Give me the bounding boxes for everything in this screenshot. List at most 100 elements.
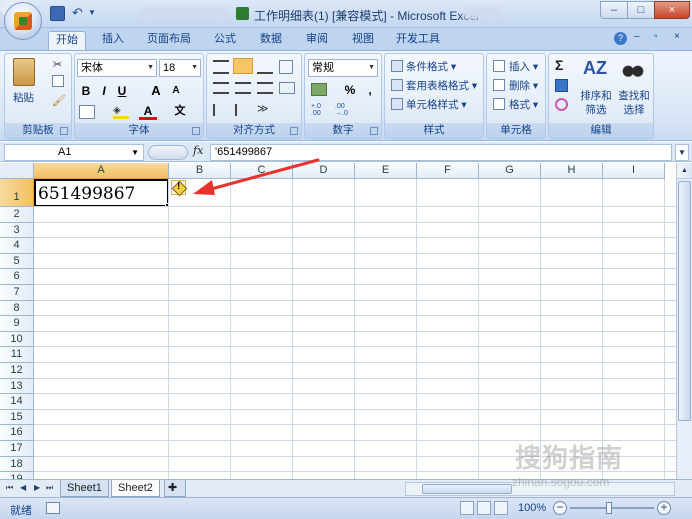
column-header-d[interactable]: D xyxy=(293,163,355,179)
row-header-1[interactable]: 1 xyxy=(0,179,34,207)
align-middle-icon[interactable] xyxy=(233,58,253,74)
alignment-launcher-icon[interactable] xyxy=(290,127,298,135)
column-header-g[interactable]: G xyxy=(479,163,541,179)
comma-button[interactable]: , xyxy=(361,81,379,99)
zoom-slider-thumb[interactable] xyxy=(606,502,612,514)
zoom-level[interactable]: 100% xyxy=(518,502,546,514)
font-color-button[interactable]: A xyxy=(139,102,157,120)
phonetic-button[interactable]: 文 xyxy=(171,102,189,120)
borders-icon[interactable] xyxy=(79,105,95,119)
tab-view[interactable]: 视图 xyxy=(346,31,380,50)
row-header-4[interactable]: 4 xyxy=(0,238,34,254)
number-format-select[interactable]: 常规 ▼ xyxy=(308,59,378,77)
select-all-corner[interactable] xyxy=(0,163,34,179)
minimize-button[interactable]: – xyxy=(600,1,628,19)
row-header-13[interactable]: 13 xyxy=(0,378,34,395)
row-header-8[interactable]: 8 xyxy=(0,300,34,317)
increase-indent-icon[interactable] xyxy=(235,104,251,116)
name-box[interactable]: A1 ▼ xyxy=(4,144,144,161)
name-box-dropdown-icon[interactable]: ▼ xyxy=(131,145,139,160)
zoom-slider[interactable] xyxy=(570,507,654,509)
align-bottom-icon[interactable] xyxy=(257,60,273,74)
row-header-10[interactable]: 10 xyxy=(0,331,34,348)
zoom-in-icon[interactable]: + xyxy=(657,501,671,515)
row-header-12[interactable]: 12 xyxy=(0,363,34,379)
merge-center-icon[interactable] xyxy=(279,82,295,94)
format-as-table-button[interactable]: 套用表格格式 ▾ xyxy=(406,78,477,93)
insert-function-button[interactable]: fx xyxy=(193,144,203,157)
tab-page-layout[interactable]: 页面布局 xyxy=(144,31,194,50)
align-top-icon[interactable] xyxy=(213,60,229,74)
row-header-5[interactable]: 5 xyxy=(0,253,34,270)
row-header-17[interactable]: 17 xyxy=(0,441,34,457)
row-header-6[interactable]: 6 xyxy=(0,269,34,285)
column-header-f[interactable]: F xyxy=(417,163,479,179)
row-header-3[interactable]: 3 xyxy=(0,222,34,239)
vertical-scroll-thumb[interactable] xyxy=(678,181,691,421)
row-header-16[interactable]: 16 xyxy=(0,425,34,441)
font-size-select[interactable]: 18 ▼ xyxy=(159,59,201,77)
row-header-19[interactable]: 19 xyxy=(0,472,34,479)
conditional-format-button[interactable]: 条件格式 ▾ xyxy=(406,59,456,74)
format-cells-button[interactable]: 格式 ▾ xyxy=(509,97,538,112)
ribbon-restore-icon[interactable]: ▫ xyxy=(654,31,658,42)
row-header-14[interactable]: 14 xyxy=(0,394,34,410)
autosum-button[interactable]: Σ xyxy=(555,57,563,73)
tab-developer[interactable]: 开发工具 xyxy=(392,31,444,50)
row-header-7[interactable]: 7 xyxy=(0,285,34,301)
expand-formula-bar-icon[interactable]: ▼ xyxy=(675,144,689,161)
align-right-icon[interactable] xyxy=(257,82,273,94)
vertical-scrollbar[interactable]: ▲ xyxy=(676,163,692,479)
save-icon[interactable] xyxy=(50,6,65,21)
page-break-view-icon[interactable] xyxy=(494,501,508,515)
office-button[interactable] xyxy=(4,2,42,40)
zoom-out-icon[interactable]: − xyxy=(553,501,567,515)
first-sheet-icon[interactable]: ⏮ xyxy=(6,483,13,493)
column-header-a[interactable]: A xyxy=(34,163,169,179)
paste-button[interactable]: 粘贴 xyxy=(13,90,34,105)
align-center-icon[interactable] xyxy=(235,82,251,94)
column-header-e[interactable]: E xyxy=(355,163,417,179)
decrease-decimal-icon[interactable]: .00 →.0 xyxy=(335,103,353,117)
delete-cells-button[interactable]: 删除 ▾ xyxy=(509,78,538,93)
ribbon-minimize-icon[interactable]: – xyxy=(634,31,640,42)
copy-icon[interactable] xyxy=(52,75,64,87)
increase-decimal-icon[interactable]: +.0.00 xyxy=(311,103,329,117)
fill-color-icon[interactable]: ◈ xyxy=(113,105,129,119)
column-header-c[interactable]: C xyxy=(231,163,293,179)
italic-button[interactable]: I xyxy=(95,82,113,100)
cut-icon[interactable]: ✂ xyxy=(53,58,63,71)
orientation-icon[interactable]: ≫ xyxy=(257,102,277,116)
column-header-i[interactable]: I xyxy=(603,163,665,179)
tab-review[interactable]: 审阅 xyxy=(300,31,334,50)
column-header-h[interactable]: H xyxy=(541,163,603,179)
worksheet-grid[interactable]: ABCDEFGHI 12345678910111213141516171819 … xyxy=(0,163,676,479)
normal-view-icon[interactable] xyxy=(460,501,474,515)
row-header-11[interactable]: 11 xyxy=(0,347,34,363)
tab-home[interactable]: 开始 xyxy=(48,31,86,50)
row-header-15[interactable]: 15 xyxy=(0,409,34,426)
undo-icon[interactable]: ↶ xyxy=(70,6,85,21)
close-button[interactable]: × xyxy=(654,1,690,19)
tab-insert[interactable]: 插入 xyxy=(96,31,130,50)
clear-icon[interactable] xyxy=(555,98,568,111)
tab-formulas[interactable]: 公式 xyxy=(208,31,242,50)
decrease-indent-icon[interactable] xyxy=(213,104,229,116)
formula-controls[interactable] xyxy=(148,145,188,160)
cell-a1[interactable]: 651499867 xyxy=(34,179,169,207)
bold-button[interactable]: B xyxy=(77,82,95,100)
row-header-18[interactable]: 18 xyxy=(0,456,34,473)
grow-font-button[interactable]: A xyxy=(147,82,165,100)
macro-record-icon[interactable] xyxy=(46,502,60,514)
font-launcher-icon[interactable] xyxy=(192,127,200,135)
error-warning-icon[interactable]: ! xyxy=(171,180,186,195)
font-name-select[interactable]: 宋体 ▼ xyxy=(77,59,157,77)
scroll-up-icon[interactable]: ▲ xyxy=(677,163,692,179)
prev-sheet-icon[interactable]: ◀ xyxy=(20,483,26,492)
insert-cells-button[interactable]: 插入 ▾ xyxy=(509,59,538,74)
shrink-font-button[interactable]: A xyxy=(167,82,185,100)
wrap-text-icon[interactable] xyxy=(279,60,293,74)
next-sheet-icon[interactable]: ▶ xyxy=(34,483,40,492)
sort-filter-button[interactable]: 排序和筛选 xyxy=(579,89,613,117)
help-icon[interactable]: ? xyxy=(614,32,627,45)
